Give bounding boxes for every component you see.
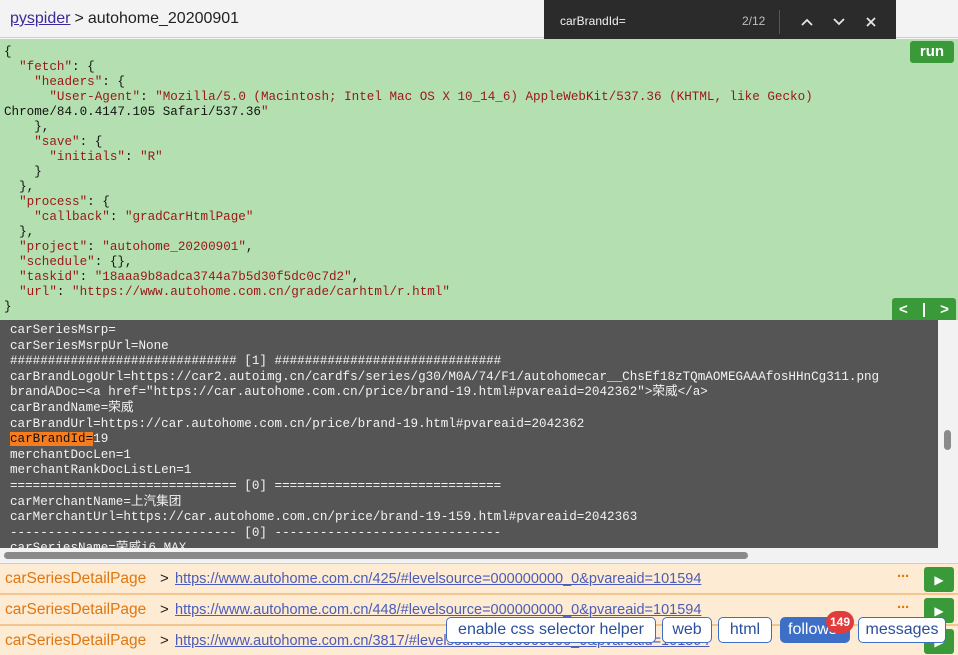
find-close-button[interactable] [859,10,883,34]
search-match-highlight: carBrandId= [10,432,94,447]
find-previous-button[interactable] [795,10,819,34]
tab-html[interactable]: html [718,617,772,643]
next-task-button[interactable]: > [940,301,949,318]
match-value: 19 [93,432,109,447]
task-panel: { "fetch": { "headers": { "User-Agent": … [0,39,958,320]
console-vertical-scrollbar[interactable] [938,320,958,548]
run-button[interactable]: run [910,41,954,63]
follow-callback: carSeriesDetailPage [5,632,147,649]
horizontal-scroll-thumb[interactable] [4,552,748,559]
find-divider [779,10,780,34]
project-list-link[interactable]: pyspider [10,10,70,27]
follow-separator: > [160,632,169,649]
find-match-count: 2/12 [742,14,766,28]
chevron-down-icon [833,18,845,26]
breadcrumb-separator: > [74,10,84,27]
prev-task-button[interactable]: < [899,301,908,318]
console-horizontal-scrollbar[interactable] [0,548,958,562]
follow-separator: > [160,570,169,587]
console-lines-after: merchantDocLen=1 merchantRankDocListLen=… [10,447,638,548]
more-icon[interactable]: ··· [897,568,910,585]
chevron-up-icon [801,18,813,26]
task-json: { "fetch": { "headers": { "User-Agent": … [4,45,813,314]
more-icon[interactable]: ··· [897,599,910,616]
pager-separator: | [921,300,927,318]
css-selector-helper-button[interactable]: enable css selector helper [446,617,656,643]
task-pager: < | > [892,298,956,320]
follow-separator: > [160,601,169,618]
close-icon [866,17,876,27]
tab-messages[interactable]: messages [858,617,946,643]
find-input[interactable]: carBrandId= [560,14,626,28]
play-button[interactable]: ▶ [924,567,954,592]
follow-url-link[interactable]: https://www.autohome.com.cn/448/#levelso… [175,602,701,618]
follows-count-badge: 149 [826,611,855,633]
breadcrumb: pyspider > autohome_20200901 [10,10,239,28]
find-next-button[interactable] [827,10,851,34]
project-name: autohome_20200901 [87,10,240,27]
follow-callback: carSeriesDetailPage [5,601,147,618]
follow-callback: carSeriesDetailPage [5,570,147,587]
console-text: carSeriesMsrp= carSeriesMsrpUrl=None ###… [10,323,879,548]
tab-web[interactable]: web [662,617,712,643]
console-lines-before: carSeriesMsrp= carSeriesMsrpUrl=None ###… [10,323,880,431]
follow-row: carSeriesDetailPage > https://www.autoho… [0,563,958,594]
vertical-scroll-thumb[interactable] [944,430,951,450]
console-output: carSeriesMsrp= carSeriesMsrpUrl=None ###… [0,320,938,548]
follow-url-link[interactable]: https://www.autohome.com.cn/425/#levelso… [175,571,701,587]
find-bar: carBrandId= 2/12 [544,0,896,44]
